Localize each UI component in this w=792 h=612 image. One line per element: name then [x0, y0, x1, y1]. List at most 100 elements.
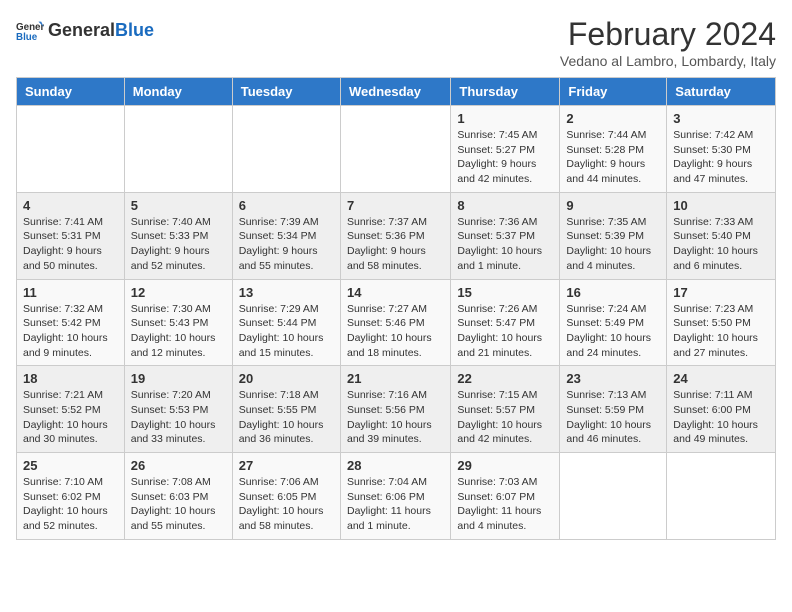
svg-text:Blue: Blue: [16, 32, 38, 43]
calendar-cell: 4Sunrise: 7:41 AM Sunset: 5:31 PM Daylig…: [17, 192, 125, 279]
calendar-week-5: 25 Sunrise: 7:10 AM Sunset: 6:02 PM Dayli…: [17, 453, 776, 540]
calendar-cell: 19Sunrise: 7:20 AM Sunset: 5:53 PM Dayli…: [124, 366, 232, 453]
day-info: Sunrise: 7:33 AM Sunset: 5:40 PM Dayligh…: [673, 215, 769, 274]
calendar-header-row: SundayMondayTuesdayWednesdayThursdayFrid…: [17, 78, 776, 106]
day-info: Sunrise: 7:16 AM Sunset: 5:56 PM Dayligh…: [347, 388, 444, 447]
calendar-cell: [560, 453, 667, 540]
calendar-cell: 16Sunrise: 7:24 AM Sunset: 5:49 PM Dayli…: [560, 279, 667, 366]
calendar-cell: 13 Sunrise: 7:29 AM Sunset: 5:44 PM Dayli…: [232, 279, 340, 366]
calendar-cell: 1 Sunrise: 7:45 AM Sunset: 5:27 PM Daylig…: [451, 106, 560, 193]
day-number: 21: [347, 371, 444, 386]
calendar-cell: 25 Sunrise: 7:10 AM Sunset: 6:02 PM Dayli…: [17, 453, 125, 540]
calendar-week-4: 18Sunrise: 7:21 AM Sunset: 5:52 PM Dayli…: [17, 366, 776, 453]
calendar-cell: 18Sunrise: 7:21 AM Sunset: 5:52 PM Dayli…: [17, 366, 125, 453]
day-header-thursday: Thursday: [451, 78, 560, 106]
day-info: Sunrise: 7:10 AM Sunset: 6:02 PM Dayligh…: [23, 475, 118, 534]
logo-blue: Blue: [115, 20, 154, 41]
day-number: 27: [239, 458, 334, 473]
day-number: 25: [23, 458, 118, 473]
day-info: Sunrise: 7:03 AM Sunset: 6:07 PM Dayligh…: [457, 475, 553, 534]
logo: General Blue GeneralBlue: [16, 16, 154, 44]
day-number: 9: [566, 198, 660, 213]
day-number: 3: [673, 111, 769, 126]
day-info: Sunrise: 7:44 AM Sunset: 5:28 PM Dayligh…: [566, 128, 660, 187]
day-info: Sunrise: 7:15 AM Sunset: 5:57 PM Dayligh…: [457, 388, 553, 447]
day-number: 17: [673, 285, 769, 300]
day-info: Sunrise: 7:08 AM Sunset: 6:03 PM Dayligh…: [131, 475, 226, 534]
calendar-cell: 11 Sunrise: 7:32 AM Sunset: 5:42 PM Dayli…: [17, 279, 125, 366]
title-area: February 2024 Vedano al Lambro, Lombardy…: [560, 16, 776, 69]
day-info: Sunrise: 7:27 AM Sunset: 5:46 PM Dayligh…: [347, 302, 444, 361]
day-number: 22: [457, 371, 553, 386]
day-info: Sunrise: 7:32 AM Sunset: 5:42 PM Dayligh…: [23, 302, 118, 361]
calendar-cell: 26 Sunrise: 7:08 AM Sunset: 6:03 PM Dayli…: [124, 453, 232, 540]
day-number: 12: [131, 285, 226, 300]
day-number: 13: [239, 285, 334, 300]
logo-general: General: [48, 20, 115, 41]
calendar-subtitle: Vedano al Lambro, Lombardy, Italy: [560, 53, 776, 69]
day-number: 7: [347, 198, 444, 213]
calendar-cell: 7 Sunrise: 7:37 AM Sunset: 5:36 PM Daylig…: [340, 192, 450, 279]
calendar-cell: 10 Sunrise: 7:33 AM Sunset: 5:40 PM Dayli…: [667, 192, 776, 279]
calendar-cell: [124, 106, 232, 193]
calendar-cell: [17, 106, 125, 193]
day-number: 2: [566, 111, 660, 126]
day-info: Sunrise: 7:42 AM Sunset: 5:30 PM Dayligh…: [673, 128, 769, 187]
calendar-week-3: 11 Sunrise: 7:32 AM Sunset: 5:42 PM Dayli…: [17, 279, 776, 366]
calendar-cell: 24 Sunrise: 7:11 AM Sunset: 6:00 PM Dayli…: [667, 366, 776, 453]
day-info: Sunrise: 7:29 AM Sunset: 5:44 PM Dayligh…: [239, 302, 334, 361]
calendar-cell: 12Sunrise: 7:30 AM Sunset: 5:43 PM Dayli…: [124, 279, 232, 366]
day-number: 14: [347, 285, 444, 300]
day-info: Sunrise: 7:13 AM Sunset: 5:59 PM Dayligh…: [566, 388, 660, 447]
day-number: 20: [239, 371, 334, 386]
day-number: 19: [131, 371, 226, 386]
calendar-week-1: 1 Sunrise: 7:45 AM Sunset: 5:27 PM Daylig…: [17, 106, 776, 193]
day-info: Sunrise: 7:26 AM Sunset: 5:47 PM Dayligh…: [457, 302, 553, 361]
day-info: Sunrise: 7:36 AM Sunset: 5:37 PM Dayligh…: [457, 215, 553, 274]
calendar-cell: [667, 453, 776, 540]
day-info: Sunrise: 7:24 AM Sunset: 5:49 PM Dayligh…: [566, 302, 660, 361]
day-info: Sunrise: 7:11 AM Sunset: 6:00 PM Dayligh…: [673, 388, 769, 447]
day-info: Sunrise: 7:45 AM Sunset: 5:27 PM Dayligh…: [457, 128, 553, 187]
day-number: 11: [23, 285, 118, 300]
calendar-table: SundayMondayTuesdayWednesdayThursdayFrid…: [16, 77, 776, 540]
day-number: 10: [673, 198, 769, 213]
day-number: 29: [457, 458, 553, 473]
calendar-cell: 15Sunrise: 7:26 AM Sunset: 5:47 PM Dayli…: [451, 279, 560, 366]
calendar-cell: 27 Sunrise: 7:06 AM Sunset: 6:05 PM Dayli…: [232, 453, 340, 540]
calendar-title: February 2024: [560, 16, 776, 53]
calendar-cell: 9 Sunrise: 7:35 AM Sunset: 5:39 PM Daylig…: [560, 192, 667, 279]
header: General Blue GeneralBlue February 2024 V…: [16, 16, 776, 69]
calendar-body: 1 Sunrise: 7:45 AM Sunset: 5:27 PM Daylig…: [17, 106, 776, 540]
calendar-cell: 3 Sunrise: 7:42 AM Sunset: 5:30 PM Daylig…: [667, 106, 776, 193]
calendar-cell: 21 Sunrise: 7:16 AM Sunset: 5:56 PM Dayli…: [340, 366, 450, 453]
calendar-cell: 8 Sunrise: 7:36 AM Sunset: 5:37 PM Daylig…: [451, 192, 560, 279]
calendar-cell: [232, 106, 340, 193]
day-header-sunday: Sunday: [17, 78, 125, 106]
day-header-friday: Friday: [560, 78, 667, 106]
calendar-week-2: 4Sunrise: 7:41 AM Sunset: 5:31 PM Daylig…: [17, 192, 776, 279]
calendar-cell: 6Sunrise: 7:39 AM Sunset: 5:34 PM Daylig…: [232, 192, 340, 279]
day-info: Sunrise: 7:40 AM Sunset: 5:33 PM Dayligh…: [131, 215, 226, 274]
calendar-cell: 14 Sunrise: 7:27 AM Sunset: 5:46 PM Dayli…: [340, 279, 450, 366]
calendar-cell: 22 Sunrise: 7:15 AM Sunset: 5:57 PM Dayli…: [451, 366, 560, 453]
day-header-saturday: Saturday: [667, 78, 776, 106]
day-info: Sunrise: 7:04 AM Sunset: 6:06 PM Dayligh…: [347, 475, 444, 534]
day-number: 26: [131, 458, 226, 473]
calendar-cell: 2 Sunrise: 7:44 AM Sunset: 5:28 PM Daylig…: [560, 106, 667, 193]
calendar-cell: 29 Sunrise: 7:03 AM Sunset: 6:07 PM Dayli…: [451, 453, 560, 540]
day-number: 8: [457, 198, 553, 213]
day-number: 24: [673, 371, 769, 386]
day-number: 18: [23, 371, 118, 386]
day-number: 23: [566, 371, 660, 386]
day-info: Sunrise: 7:23 AM Sunset: 5:50 PM Dayligh…: [673, 302, 769, 361]
day-info: Sunrise: 7:06 AM Sunset: 6:05 PM Dayligh…: [239, 475, 334, 534]
calendar-cell: 28Sunrise: 7:04 AM Sunset: 6:06 PM Dayli…: [340, 453, 450, 540]
calendar-cell: 17 Sunrise: 7:23 AM Sunset: 5:50 PM Dayli…: [667, 279, 776, 366]
calendar-cell: 20Sunrise: 7:18 AM Sunset: 5:55 PM Dayli…: [232, 366, 340, 453]
day-info: Sunrise: 7:35 AM Sunset: 5:39 PM Dayligh…: [566, 215, 660, 274]
day-number: 6: [239, 198, 334, 213]
day-header-wednesday: Wednesday: [340, 78, 450, 106]
day-info: Sunrise: 7:37 AM Sunset: 5:36 PM Dayligh…: [347, 215, 444, 274]
day-number: 1: [457, 111, 553, 126]
